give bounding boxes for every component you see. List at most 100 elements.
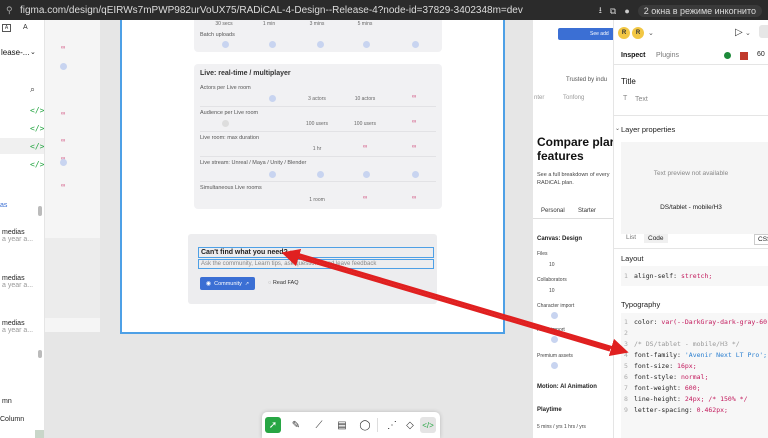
read-faq-link[interactable]: ◌ Read FAQ xyxy=(268,280,299,286)
layout-title: Layout xyxy=(621,254,644,263)
avatar[interactable]: R xyxy=(618,27,630,39)
chevron-down-icon[interactable]: ⌄ xyxy=(745,29,751,37)
tab-starter[interactable]: Starter xyxy=(578,208,596,214)
layer-row[interactable]: </> xyxy=(0,120,44,136)
css-value: var(--DarkGray-dark-gray-60 xyxy=(661,318,768,326)
profile-icon[interactable]: ● xyxy=(624,6,629,16)
line-number: 8 xyxy=(624,395,628,403)
dev-mode-icon[interactable]: ⋰ xyxy=(384,417,400,433)
community-button[interactable]: ◉ Community ↗ xyxy=(200,277,255,290)
site-info-icon[interactable]: ⚲ xyxy=(6,5,16,15)
selected-frame[interactable]: 30 secs 1 min 3 mins 5 mins Batch upload… xyxy=(120,20,505,334)
move-icon[interactable]: ➚ xyxy=(265,417,281,433)
line-number: 5 xyxy=(624,362,628,370)
incognito-badge[interactable]: 2 окна в режиме инкогнито xyxy=(637,5,762,17)
section-title: Motion: AI Animation xyxy=(537,384,597,390)
section-title: Playtime xyxy=(537,407,562,413)
tab-code[interactable]: Code xyxy=(644,234,668,243)
compare-description: See a full breakdown of every RADiCAL pl… xyxy=(537,172,610,186)
toolbar-icons: A A xyxy=(2,24,28,32)
divider xyxy=(200,181,436,182)
medias-link[interactable]: as xyxy=(0,202,7,209)
layer-row[interactable]: </> xyxy=(0,156,44,172)
pen-icon[interactable]: ✎ xyxy=(288,417,304,433)
search-icon[interactable]: ⌕ xyxy=(30,84,35,95)
layout-code[interactable]: 1 align-self: stretch; xyxy=(621,266,768,286)
scrollbar[interactable] xyxy=(38,350,42,358)
code-icon[interactable]: </> xyxy=(420,417,436,433)
typography-code[interactable]: 1 color: var(--DarkGray-dark-gray-60 2 3 /… xyxy=(621,313,768,438)
plugin-icon[interactable] xyxy=(740,52,748,60)
infinity-icon: ∞ xyxy=(61,183,66,189)
comment-icon[interactable]: ◯ xyxy=(357,417,373,433)
tab-plugins[interactable]: Plugins xyxy=(656,52,679,59)
css-property: color: xyxy=(634,318,662,326)
infinity-icon: ∞ xyxy=(61,45,66,51)
check-icon xyxy=(269,95,276,102)
text-icon[interactable]: A xyxy=(23,24,28,31)
table-cell: 1 room xyxy=(309,197,325,203)
row-value: 10 xyxy=(549,262,555,268)
faq-title[interactable]: Can't find what you need? xyxy=(198,247,434,258)
file-name[interactable]: lease-... xyxy=(1,48,29,57)
list-item[interactable]: Column xyxy=(0,416,24,423)
list-item[interactable]: medias a year a... xyxy=(2,275,33,289)
infinity-icon: ∞ xyxy=(412,144,417,150)
row-label: Premium assets xyxy=(537,353,573,359)
table-cell: 30 secs xyxy=(215,21,233,27)
design-canvas[interactable]: ∞ ∞ ∞ ∞ ∞ 30 secs 1 min 3 mins 5 mins Ba… xyxy=(45,20,533,438)
annotation-icon[interactable]: ▤ xyxy=(334,417,350,433)
list-item[interactable]: mn xyxy=(2,398,12,405)
url-bar[interactable]: figma.com/design/qEIRWs7mPWP982urVoUX75/… xyxy=(20,5,523,16)
line-number: 6 xyxy=(624,373,628,381)
divider xyxy=(200,156,436,157)
zoom-level[interactable]: 60 xyxy=(757,51,765,58)
divider xyxy=(614,248,768,249)
list-item[interactable]: medias a year a... xyxy=(2,320,33,334)
scrollbar[interactable] xyxy=(38,206,42,216)
frame-icon[interactable]: A xyxy=(2,24,11,32)
table-cell: 100 users xyxy=(354,121,376,127)
layer-row[interactable]: </> xyxy=(0,102,44,118)
css-property: align-self: xyxy=(634,272,681,280)
play-icon[interactable]: ▷ xyxy=(735,27,743,38)
css-select[interactable]: CSS xyxy=(754,234,768,245)
list-item[interactable]: medias a year a... xyxy=(2,229,33,243)
table-cell: 5 mins xyxy=(357,21,373,27)
css-value: 0.462px; xyxy=(696,406,728,414)
dev-mode-toggle[interactable] xyxy=(759,25,768,38)
row-value: 10 xyxy=(549,288,555,294)
table-cell: 100 users xyxy=(306,121,328,127)
layer-row[interactable]: </> xyxy=(0,138,45,154)
chevron-down-icon[interactable]: ⌄ xyxy=(648,29,654,37)
layers-panel: A A lease-... ⌄ ⌕ </> </> </> </> as med… xyxy=(0,20,45,438)
chevron-down-icon[interactable]: ⌄ xyxy=(615,125,620,132)
check-icon xyxy=(551,362,558,369)
avatar[interactable]: R xyxy=(632,27,644,39)
check-icon xyxy=(269,41,276,48)
row-label: Live stream: Unreal / Maya / Unity / Ble… xyxy=(200,160,307,166)
layer-properties-title[interactable]: Layer properties xyxy=(621,125,675,134)
row-label: Live room: max duration xyxy=(200,135,259,141)
see-add-button[interactable]: See add xyxy=(558,28,613,40)
code-icon: </> xyxy=(30,141,45,151)
css-value: stretch; xyxy=(680,272,713,280)
browser-bar: ⚲ figma.com/design/qEIRWs7mPWP982urVoUX7… xyxy=(0,0,768,20)
extensions-icon[interactable]: ⧉ xyxy=(610,6,616,17)
css-property: line-height: xyxy=(634,395,685,403)
download-icon[interactable]: ⭳ xyxy=(599,3,602,19)
tab-list[interactable]: List xyxy=(626,234,636,241)
section-title: Canvas: Design xyxy=(537,236,583,242)
css-property: font-style: xyxy=(634,373,681,381)
measure-icon[interactable]: ⟋ xyxy=(311,417,327,433)
community-label: Community xyxy=(214,280,242,287)
typography-title: Typography xyxy=(621,300,661,309)
faq-subtitle[interactable]: Ask the community, Learn tips, ask quest… xyxy=(198,259,434,269)
tab-personal[interactable]: Personal xyxy=(541,208,565,214)
row-label: Actors per Live room xyxy=(200,85,251,91)
chevron-down-icon[interactable]: ⌄ xyxy=(30,48,36,56)
tab-inspect[interactable]: Inspect xyxy=(621,52,646,59)
infinity-icon: ∞ xyxy=(61,111,66,117)
line-number: 1 xyxy=(624,272,628,280)
plugins-icon[interactable]: ◇ xyxy=(402,417,418,433)
